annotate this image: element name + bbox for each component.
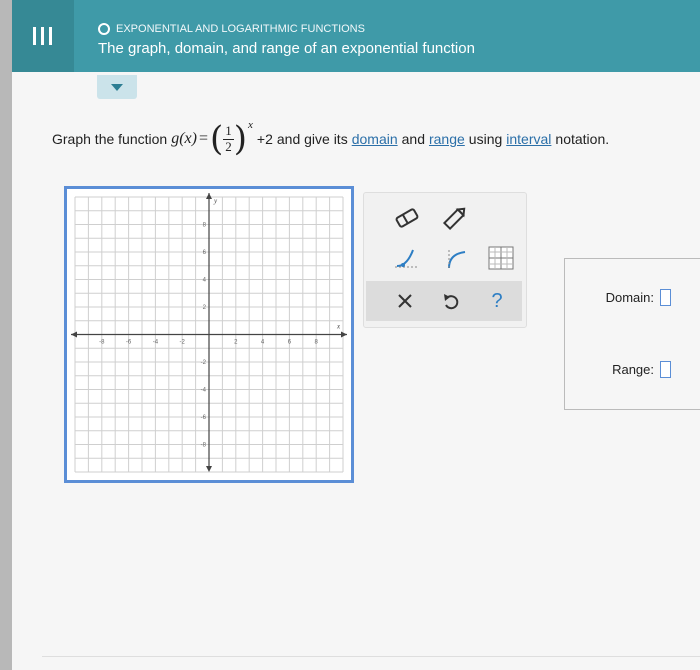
range-label: Range: <box>612 362 654 377</box>
function-variable: (x) <box>179 130 197 147</box>
x-tick-label: -2 <box>180 340 186 346</box>
interval-link[interactable]: interval <box>506 131 551 147</box>
x-tick-label: 8 <box>315 340 319 346</box>
right-paren: ) <box>233 119 248 159</box>
y-axis-arrow-down <box>206 466 212 472</box>
header: EXPONENTIAL AND LOGARITHMIC FUNCTIONS Th… <box>12 0 700 72</box>
function-name: g <box>171 130 180 147</box>
topic-circle-icon <box>98 23 110 35</box>
domain-row: Domain: <box>606 289 671 306</box>
y-tick-label: -2 <box>201 360 207 366</box>
left-edge <box>0 0 12 670</box>
problem-mid-text: and give its <box>276 131 348 147</box>
grid-tool[interactable] <box>486 243 516 273</box>
page-title: The graph, domain, and range of an expon… <box>98 40 475 57</box>
exponent: x <box>248 119 253 131</box>
graph-canvas[interactable]: x y -8 -6 -4 -2 2 4 6 8 8 6 4 2 -2 -4 -6 -8 <box>64 186 354 483</box>
topic-text: EXPONENTIAL AND LOGARITHMIC FUNCTIONS <box>116 23 365 35</box>
y-tick-label: -8 <box>201 443 207 449</box>
collapse-toggle[interactable] <box>97 75 137 99</box>
answer-panel: Domain: Range: <box>564 258 700 410</box>
undo-icon <box>444 294 459 310</box>
asymptote-curve-tool[interactable] <box>440 243 470 273</box>
problem-using: using <box>468 131 503 147</box>
x-axis-label: x <box>336 323 341 331</box>
y-tick-label: 8 <box>203 223 207 229</box>
problem-notation: notation. <box>555 131 610 147</box>
y-tick-label: 2 <box>203 305 207 311</box>
undo-button[interactable] <box>436 286 466 316</box>
pencil-icon <box>442 207 466 230</box>
y-tick-label: 4 <box>203 278 207 284</box>
x-tick-label: 6 <box>288 340 292 346</box>
x-tick-label: 4 <box>261 340 265 346</box>
graph-toolbox: ? <box>363 192 527 328</box>
problem-prefix: Graph the function <box>52 131 168 147</box>
equals-sign: = <box>198 130 208 147</box>
fraction-denominator: 2 <box>225 138 232 154</box>
eraser-tool[interactable] <box>392 203 422 233</box>
y-tick-label: -6 <box>201 415 207 421</box>
range-row: Range: <box>612 361 671 378</box>
chevron-down-icon <box>111 83 123 91</box>
function-expression: g (x) = ( 1 2 ) x +2 <box>171 119 273 159</box>
menu-icon[interactable] <box>12 0 74 72</box>
coordinate-grid[interactable]: x y -8 -6 -4 -2 2 4 6 8 8 6 4 2 -2 -4 -6 -8 <box>67 189 351 480</box>
exponential-curve-icon <box>395 249 419 268</box>
divider <box>42 656 700 657</box>
grid-tool-icon <box>488 246 514 270</box>
asymptote-curve-icon <box>448 250 466 269</box>
x-tick-label: -6 <box>126 340 132 346</box>
y-tick-label: 6 <box>203 250 207 256</box>
x-tick-label: -4 <box>153 340 159 346</box>
x-tick-label: 2 <box>234 340 238 346</box>
plus-constant: +2 <box>256 131 273 147</box>
y-axis-arrow-up <box>206 193 212 199</box>
toolbox-actions: ? <box>366 281 522 321</box>
problem-and: and <box>401 131 425 147</box>
fraction-numerator: 1 <box>223 123 234 140</box>
range-input[interactable] <box>660 361 671 378</box>
domain-link[interactable]: domain <box>352 131 398 147</box>
hamburger-icon <box>33 27 52 45</box>
left-paren: ( <box>209 119 224 159</box>
y-tick-label: -4 <box>201 388 207 394</box>
exponential-curve-tool[interactable] <box>392 243 422 273</box>
domain-input[interactable] <box>660 289 671 306</box>
content-area: Graph the function g (x) = ( 1 2 ) x +2 … <box>12 72 700 670</box>
domain-label: Domain: <box>605 290 654 305</box>
range-link[interactable]: range <box>429 131 465 147</box>
topic-line: EXPONENTIAL AND LOGARITHMIC FUNCTIONS <box>98 23 365 35</box>
x-axis-arrow-left <box>71 331 77 338</box>
problem-statement: Graph the function g (x) = ( 1 2 ) x +2 … <box>52 119 610 159</box>
help-icon: ? <box>491 289 503 312</box>
clear-button[interactable] <box>390 286 420 316</box>
x-axis-arrow-right <box>341 331 347 338</box>
eraser-icon <box>395 208 419 228</box>
pencil-tool[interactable] <box>440 203 470 233</box>
help-button[interactable]: ? <box>482 286 512 316</box>
x-tick-label: -8 <box>99 340 105 346</box>
y-axis-label: y <box>213 197 218 205</box>
close-icon <box>398 294 412 308</box>
fraction: 1 2 <box>223 123 234 154</box>
